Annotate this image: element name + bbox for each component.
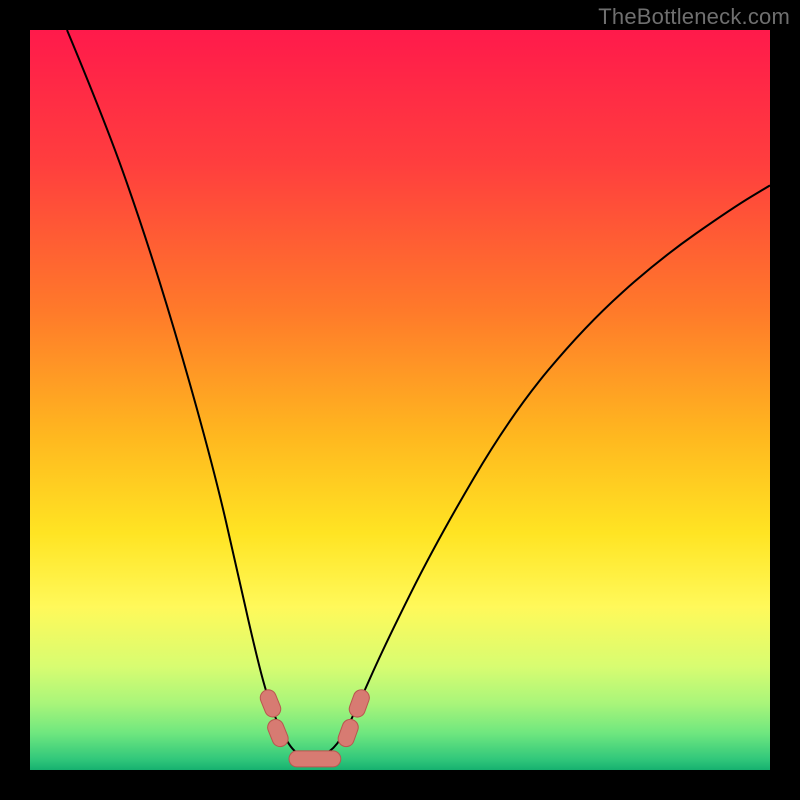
chart-frame: TheBottleneck.com [0, 0, 800, 800]
gradient-background [30, 30, 770, 770]
plot-area [30, 30, 770, 770]
attribution-text: TheBottleneck.com [598, 4, 790, 30]
chart-svg [30, 30, 770, 770]
floor-segment [289, 751, 341, 767]
